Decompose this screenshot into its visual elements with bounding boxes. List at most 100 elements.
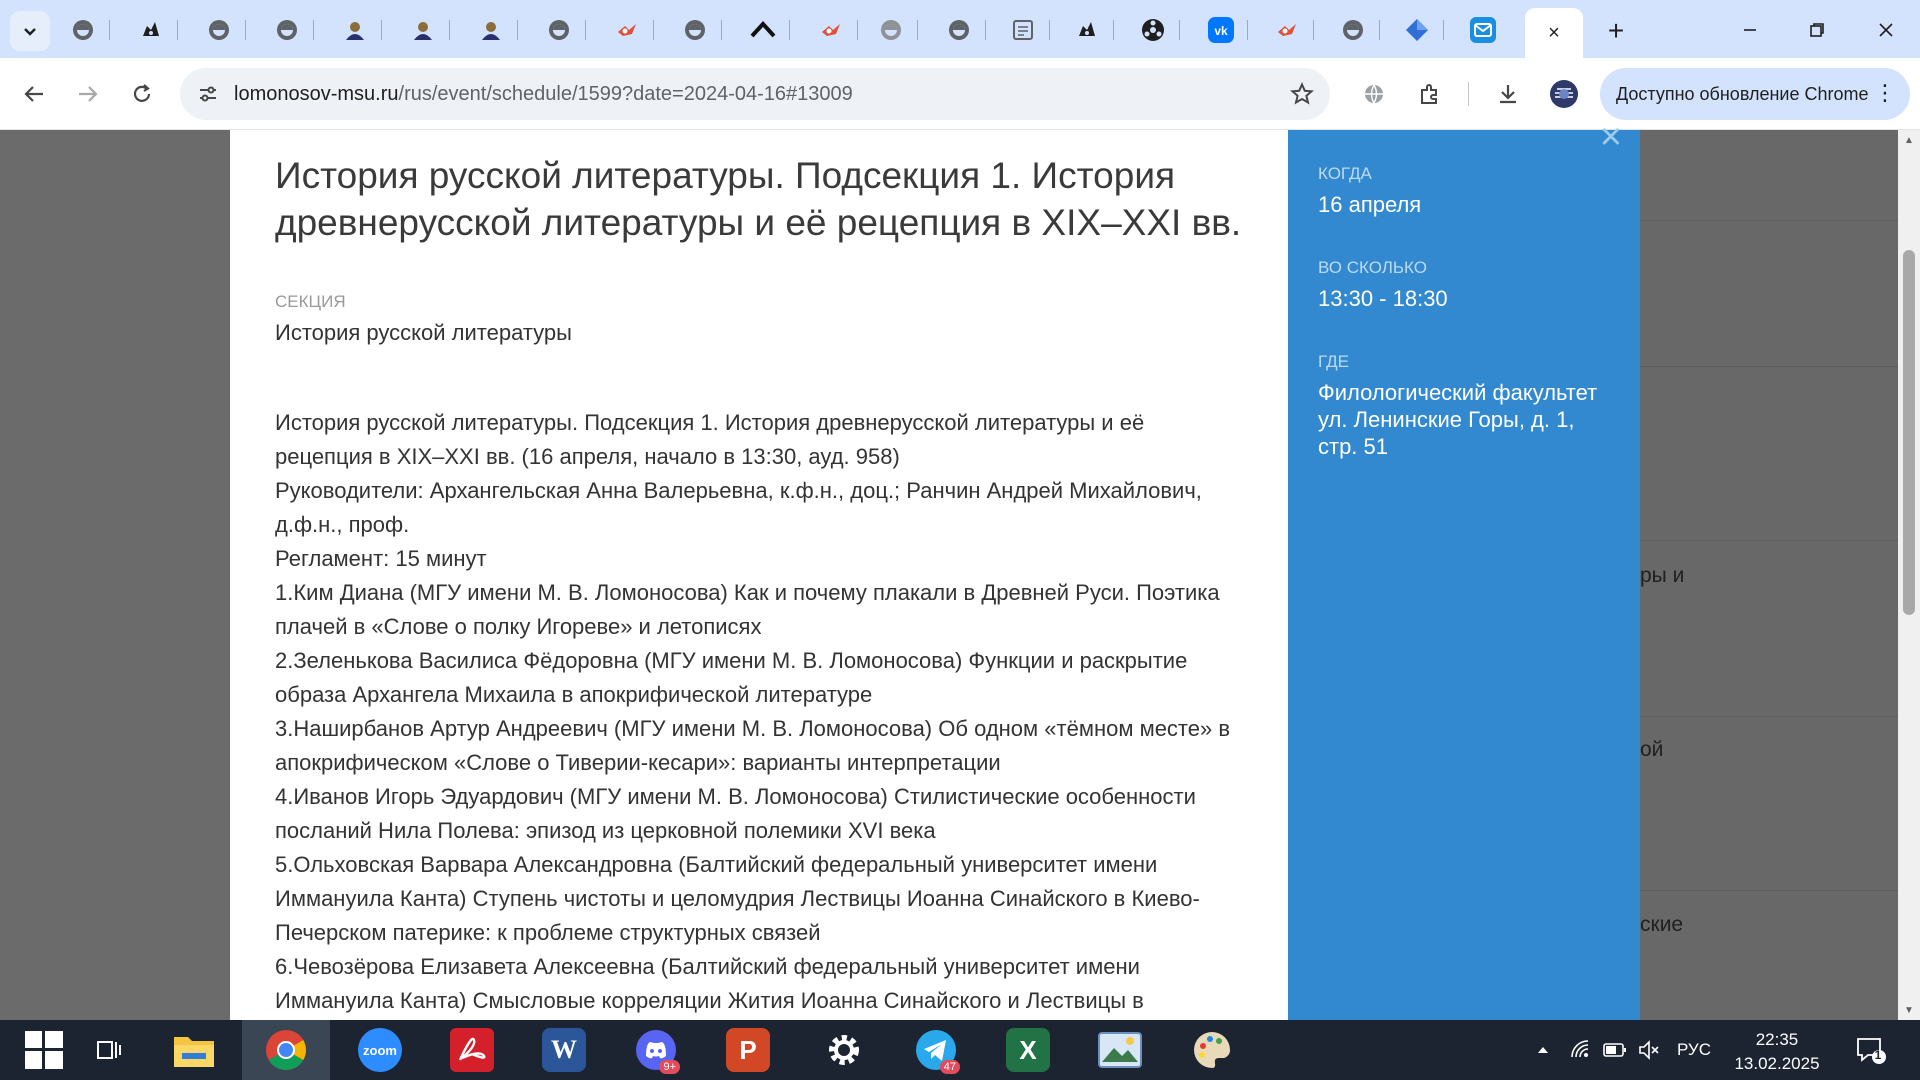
tab-favicon-generic[interactable]: [682, 17, 708, 43]
gear-icon: [829, 1035, 859, 1065]
powerpoint-icon: P: [726, 1028, 770, 1072]
tab-strip: vk × +: [0, 0, 1920, 58]
description-paragraph: История русской литературы. Подсекция 1.…: [275, 410, 1145, 469]
show-hidden-icons[interactable]: [1528, 1020, 1558, 1080]
chrome-update-button[interactable]: Доступно обновление Chrome ⋮: [1600, 68, 1910, 120]
where-block: ГДЕ Филологический факультет ул. Ленинск…: [1318, 352, 1610, 460]
description-paragraph: Руководители: Архангельская Анна Валерье…: [275, 478, 1202, 537]
tab-favicon-generic[interactable]: [70, 17, 96, 43]
forward-button[interactable]: [68, 74, 108, 114]
section-value: История русской литературы: [275, 320, 572, 345]
taskbar-chrome[interactable]: [242, 1020, 330, 1080]
taskbar-file-explorer[interactable]: [150, 1020, 238, 1080]
address-bar[interactable]: lomonosov-msu.ru/rus/event/schedule/1599…: [180, 68, 1330, 120]
tab-favicon-portrait[interactable]: [342, 17, 368, 43]
tab-favicon-bird[interactable]: [614, 17, 640, 43]
word-icon: W: [542, 1028, 586, 1072]
close-window-button[interactable]: [1856, 8, 1916, 52]
restore-button[interactable]: [1787, 8, 1847, 52]
schedule-list-fragment: ские: [1640, 913, 1684, 936]
taskbar-paint[interactable]: [1168, 1020, 1256, 1080]
scroll-down-icon[interactable]: ▼: [1898, 1000, 1920, 1020]
language-indicator[interactable]: РУС: [1670, 1020, 1718, 1080]
restore-icon: [1810, 23, 1824, 37]
where-label: ГДЕ: [1318, 352, 1349, 371]
tab-favicon-document[interactable]: [1010, 17, 1036, 43]
windows-logo-icon: [25, 1031, 63, 1069]
task-view-button[interactable]: [64, 1020, 152, 1080]
page-scrollbar[interactable]: ▲ ▼: [1898, 130, 1920, 1020]
battery-icon[interactable]: [1600, 1020, 1630, 1080]
task-view-icon: [97, 1041, 121, 1059]
folder-icon: [174, 1037, 214, 1067]
profile-avatar[interactable]: [1546, 76, 1582, 112]
tab-favicon-generic[interactable]: [274, 17, 300, 43]
scroll-thumb[interactable]: [1903, 250, 1915, 615]
tab-favicon-generic[interactable]: [1340, 17, 1366, 43]
back-button[interactable]: [14, 74, 54, 114]
volume-muted-icon[interactable]: [1634, 1020, 1664, 1080]
time-label: ВО СКОЛЬКО: [1318, 258, 1427, 277]
tab-favicon-raven[interactable]: [1074, 17, 1100, 43]
tab-favicon-bird[interactable]: [1274, 17, 1300, 43]
tab-favicon-diamond[interactable]: [1404, 17, 1430, 43]
system-clock[interactable]: 22:35 13.02.2025: [1722, 1028, 1832, 1076]
taskbar-word[interactable]: W: [520, 1020, 608, 1080]
description-paragraph: Регламент: 15 минут: [275, 546, 487, 571]
schedule-list-backdrop: ры и ой ские: [1640, 130, 1900, 1020]
active-tab[interactable]: ×: [1525, 8, 1583, 58]
minimize-button[interactable]: [1720, 8, 1780, 52]
time-block: ВО СКОЛЬКО 13:30 - 18:30: [1318, 258, 1610, 312]
talk-item: 2.Зеленькова Василиса Фёдоровна (МГУ име…: [275, 648, 1188, 707]
schedule-list-fragment: ры и: [1640, 564, 1685, 587]
tab-favicon-portrait[interactable]: [410, 17, 436, 43]
bookmark-star-icon[interactable]: [1290, 78, 1314, 113]
tab-favicon-generic[interactable]: [206, 17, 232, 43]
menu-dots-icon[interactable]: ⋮: [1874, 80, 1896, 106]
event-description: История русской литературы. Подсекция 1.…: [275, 406, 1242, 1020]
when-label: КОГДА: [1318, 164, 1372, 183]
taskbar-discord[interactable]: 9+: [612, 1020, 700, 1080]
tab-favicon-raven[interactable]: [138, 17, 164, 43]
tab-favicon-generic[interactable]: [878, 17, 904, 43]
taskbar-acrobat[interactable]: [428, 1020, 516, 1080]
talk-item: 3.Наширбанов Артур Андреевич (МГУ имени …: [275, 716, 1231, 775]
extensions-icon[interactable]: [1412, 76, 1448, 112]
chevron-down-icon: [24, 28, 36, 36]
taskbar-powerpoint[interactable]: P: [704, 1020, 792, 1080]
tab-favicon-bird[interactable]: [818, 17, 844, 43]
taskbar-photos[interactable]: [1076, 1020, 1164, 1080]
tab-favicon-portrait[interactable]: [478, 17, 504, 43]
close-modal-icon[interactable]: ×: [1600, 118, 1622, 156]
tab-favicon-mail[interactable]: [1470, 17, 1496, 43]
taskbar-zoom[interactable]: zoom: [336, 1020, 424, 1080]
download-icon[interactable]: [1490, 76, 1526, 112]
tab-favicon-generic[interactable]: [546, 17, 572, 43]
close-tab-icon[interactable]: ×: [1548, 22, 1560, 45]
tab-search-button[interactable]: [10, 11, 50, 51]
tab-favicon-reel[interactable]: [1140, 17, 1166, 43]
reload-button[interactable]: [122, 74, 162, 114]
scroll-up-icon[interactable]: ▲: [1898, 130, 1920, 150]
wifi-icon[interactable]: [1566, 1020, 1596, 1080]
translate-icon[interactable]: [1356, 76, 1392, 112]
where-value: Филологический факультет ул. Ленинские Г…: [1318, 380, 1598, 459]
tab-favicon-vk[interactable]: vk: [1208, 17, 1234, 43]
site-settings-icon[interactable]: [194, 80, 222, 108]
taskbar-settings[interactable]: [800, 1020, 888, 1080]
tab-favicon-chevron[interactable]: [750, 17, 776, 43]
taskbar-telegram[interactable]: 47: [892, 1020, 980, 1080]
new-tab-button[interactable]: +: [1598, 13, 1634, 49]
url-text[interactable]: lomonosov-msu.ru/rus/event/schedule/1599…: [234, 83, 853, 106]
when-block: КОГДА 16 апреля: [1318, 164, 1610, 218]
event-details: История русской литературы. Подсекция 1.…: [230, 130, 1288, 1020]
notification-center-button[interactable]: 1: [1846, 1020, 1896, 1080]
notification-count: 1: [1874, 1048, 1882, 1062]
when-value: 16 апреля: [1318, 192, 1422, 217]
tab-favicon-generic[interactable]: [946, 17, 972, 43]
talk-item: 1.Ким Диана (МГУ имени М. В. Ломоносова)…: [275, 580, 1220, 639]
update-label: Доступно обновление Chrome: [1616, 83, 1869, 104]
taskbar-excel[interactable]: X: [984, 1020, 1072, 1080]
minimize-icon: [1744, 29, 1756, 31]
acrobat-icon: [450, 1028, 494, 1072]
